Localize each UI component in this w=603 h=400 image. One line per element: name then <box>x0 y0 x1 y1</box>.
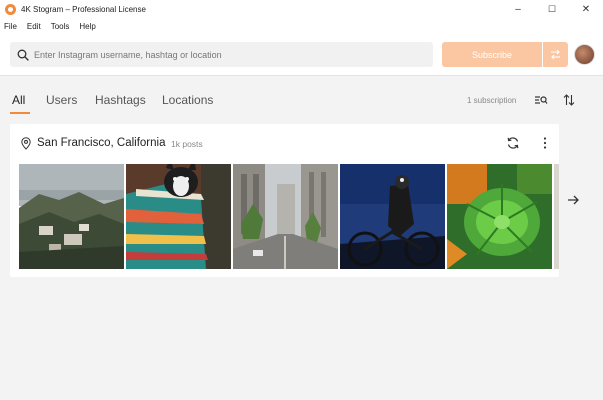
tab-all[interactable]: All <box>12 93 25 107</box>
list-search-icon <box>535 96 548 104</box>
title-bar: 4K Stogram – Professional License – ☐ ✕ <box>0 0 603 18</box>
window-controls: – ☐ ✕ <box>501 0 603 18</box>
search-box[interactable] <box>10 42 433 67</box>
cyclist-at-night-photo[interactable] <box>340 164 445 269</box>
avatar[interactable] <box>574 44 595 65</box>
top-bar: Subscribe <box>0 34 603 76</box>
sort-button[interactable] <box>561 92 577 108</box>
menu-edit[interactable]: Edit <box>27 22 41 31</box>
city-street-photo[interactable] <box>233 164 338 269</box>
active-tab-indicator <box>10 112 30 114</box>
dog-in-blanket-photo[interactable] <box>126 164 231 269</box>
maximize-button[interactable]: ☐ <box>535 0 569 18</box>
subscribe-options-button[interactable] <box>543 42 568 67</box>
filter-search-button[interactable] <box>533 92 549 108</box>
tab-hashtags[interactable]: Hashtags <box>95 93 146 107</box>
app-logo-icon <box>5 3 16 15</box>
refresh-icon[interactable] <box>506 136 520 150</box>
next-page-button[interactable] <box>561 188 585 212</box>
minimize-button[interactable]: – <box>501 0 535 18</box>
subscription-count: 1 subscription <box>467 96 517 105</box>
menu-bar: File Edit Tools Help <box>0 18 603 34</box>
filter-tabs: All Users Hashtags Locations 1 subscript… <box>0 77 603 117</box>
tab-locations[interactable]: Locations <box>162 93 213 107</box>
menu-help[interactable]: Help <box>79 22 95 31</box>
location-name: San Francisco, California <box>37 137 166 149</box>
green-plant-photo[interactable] <box>447 164 552 269</box>
menu-tools[interactable]: Tools <box>51 22 70 31</box>
partial-photo <box>554 164 559 269</box>
search-input[interactable] <box>34 49 424 60</box>
close-button[interactable]: ✕ <box>569 0 603 18</box>
window-title: 4K Stogram – Professional License <box>21 4 146 14</box>
tab-users[interactable]: Users <box>46 93 77 107</box>
menu-file[interactable]: File <box>4 22 17 31</box>
arrow-right-icon <box>568 195 579 205</box>
sort-icon <box>563 94 575 106</box>
card-header: San Francisco, California 1k posts <box>10 124 559 162</box>
more-options-icon[interactable] <box>538 136 552 150</box>
swap-arrows-icon <box>551 49 560 60</box>
coastal-town-photo[interactable] <box>19 164 124 269</box>
post-count: 1k posts <box>171 139 203 149</box>
subscribe-button[interactable]: Subscribe <box>442 42 542 67</box>
subscription-card[interactable]: San Francisco, California 1k posts <box>10 124 559 277</box>
location-pin-icon <box>21 137 31 150</box>
search-icon <box>17 49 29 61</box>
